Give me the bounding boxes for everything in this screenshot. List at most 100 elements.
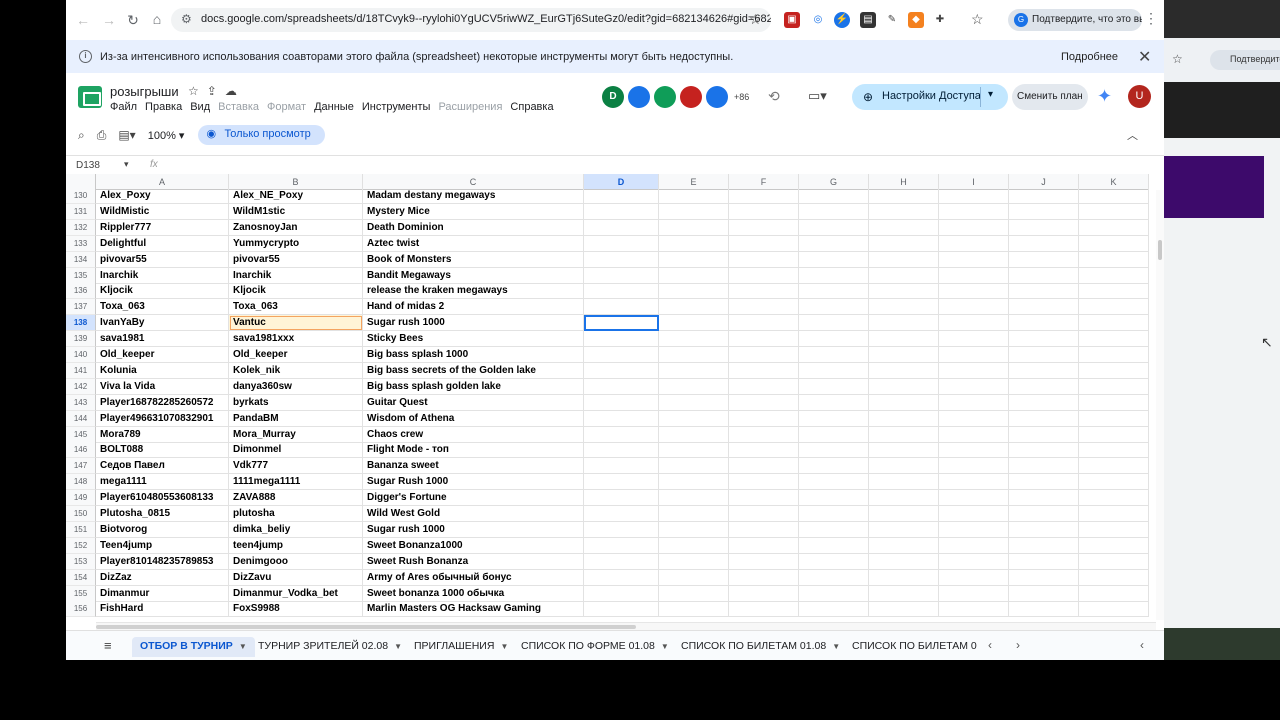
table-cell[interactable]: Dimanmur_Vodka_bet bbox=[229, 585, 363, 602]
chevron-right-icon[interactable]: › bbox=[1016, 638, 1020, 652]
table-cell[interactable]: ZAVA888 bbox=[229, 490, 363, 507]
table-cell[interactable]: IvanYaBy bbox=[96, 315, 229, 332]
table-cell[interactable] bbox=[869, 378, 939, 395]
row-number[interactable]: 147 bbox=[66, 458, 96, 475]
table-cell[interactable]: Death Dominion bbox=[363, 219, 584, 236]
table-cell[interactable] bbox=[659, 235, 729, 252]
table-cell[interactable]: Player496631070832901 bbox=[96, 410, 229, 427]
table-cell[interactable]: Yummycrypto bbox=[229, 235, 363, 252]
table-cell[interactable]: ZanosnoyJan bbox=[229, 219, 363, 236]
sheet-tab[interactable]: ПРИГЛАШЕНИЯ ▼ bbox=[406, 637, 516, 657]
table-cell[interactable] bbox=[584, 601, 659, 618]
search-icon[interactable]: ⌕ bbox=[78, 128, 85, 143]
back-icon[interactable]: ← bbox=[70, 12, 96, 28]
table-cell[interactable] bbox=[729, 601, 799, 618]
menu-item[interactable]: Справка bbox=[510, 101, 553, 113]
table-cell[interactable] bbox=[729, 569, 799, 586]
table-cell[interactable] bbox=[1009, 569, 1079, 586]
table-cell[interactable] bbox=[729, 235, 799, 252]
table-cell[interactable] bbox=[584, 506, 659, 522]
collaborator-avatar[interactable]: D bbox=[602, 86, 624, 108]
table-cell[interactable]: 1111mega1111 bbox=[229, 474, 363, 491]
table-cell[interactable]: Kljocik bbox=[96, 283, 229, 300]
table-cell[interactable] bbox=[1009, 188, 1079, 204]
table-cell[interactable] bbox=[939, 219, 1009, 236]
table-cell[interactable]: Седов Павел bbox=[96, 458, 229, 475]
table-cell[interactable]: Alex_NE_Poxy bbox=[229, 188, 363, 204]
table-cell[interactable] bbox=[729, 347, 799, 363]
table-cell[interactable]: Flight Mode - топ bbox=[363, 442, 584, 459]
table-cell[interactable] bbox=[799, 506, 869, 522]
site-settings-icon[interactable]: ⚙ bbox=[181, 12, 192, 26]
table-cell[interactable] bbox=[584, 394, 659, 411]
table-cell[interactable] bbox=[939, 203, 1009, 220]
table-cell[interactable] bbox=[729, 394, 799, 411]
table-cell[interactable]: Player810148235789853 bbox=[96, 553, 229, 570]
table-cell[interactable]: Wild West Gold bbox=[363, 506, 584, 522]
table-cell[interactable] bbox=[1009, 490, 1079, 507]
table-cell[interactable]: Denimgooo bbox=[229, 553, 363, 570]
user-avatar[interactable]: U bbox=[1128, 85, 1151, 108]
table-cell[interactable] bbox=[869, 410, 939, 427]
version-history-icon[interactable]: ⟲ bbox=[768, 88, 780, 105]
row-number[interactable]: 148 bbox=[66, 474, 96, 491]
table-cell[interactable] bbox=[799, 331, 869, 348]
row-number[interactable]: 144 bbox=[66, 410, 96, 427]
table-cell[interactable]: Inarchik bbox=[229, 267, 363, 284]
menu-item[interactable]: Инструменты bbox=[362, 101, 431, 113]
table-cell[interactable] bbox=[939, 585, 1009, 602]
menu-item[interactable]: Расширения bbox=[438, 101, 502, 113]
table-cell[interactable] bbox=[1079, 601, 1149, 618]
table-cell[interactable] bbox=[939, 490, 1009, 507]
table-cell[interactable] bbox=[659, 426, 729, 443]
table-cell[interactable] bbox=[659, 537, 729, 554]
row-number[interactable]: 154 bbox=[66, 569, 96, 586]
chevron-down-icon[interactable]: ▼ bbox=[661, 642, 669, 651]
vertical-scrollbar[interactable] bbox=[1156, 190, 1164, 620]
table-cell[interactable]: Marlin Masters OG Hacksaw Gaming bbox=[363, 601, 584, 618]
chevron-down-icon[interactable]: ▼ bbox=[500, 642, 508, 651]
table-cell[interactable] bbox=[1009, 442, 1079, 459]
table-cell[interactable] bbox=[659, 378, 729, 395]
row-number[interactable]: 136 bbox=[66, 283, 96, 300]
chevron-left-icon[interactable]: ‹ bbox=[1140, 638, 1144, 652]
table-cell[interactable] bbox=[729, 378, 799, 395]
table-cell[interactable] bbox=[659, 474, 729, 491]
table-cell[interactable]: Madam destany megaways bbox=[363, 188, 584, 204]
table-cell[interactable] bbox=[939, 315, 1009, 332]
selected-cell[interactable] bbox=[584, 315, 659, 332]
meet-icon[interactable]: ▭▾ bbox=[808, 88, 827, 104]
table-cell[interactable]: FishHard bbox=[96, 601, 229, 618]
learn-more-link[interactable]: Подробнее bbox=[1061, 51, 1118, 63]
table-cell[interactable] bbox=[939, 537, 1009, 554]
table-cell[interactable] bbox=[584, 474, 659, 491]
table-cell[interactable] bbox=[584, 458, 659, 475]
table-cell[interactable] bbox=[584, 283, 659, 300]
row-number[interactable]: 137 bbox=[66, 299, 96, 316]
table-cell[interactable] bbox=[1009, 362, 1079, 379]
reload-icon[interactable]: ↻ bbox=[120, 12, 146, 29]
sheet-tab[interactable]: СПИСОК ПО ФОРМЕ 01.08 ▼ bbox=[513, 637, 677, 657]
table-cell[interactable] bbox=[1009, 299, 1079, 316]
table-cell[interactable]: Big bass splash golden lake bbox=[363, 378, 584, 395]
zoom-select[interactable]: 100% ▾ bbox=[148, 129, 185, 142]
cloud-status-icon[interactable]: ☁ bbox=[225, 84, 245, 98]
table-cell[interactable] bbox=[799, 569, 869, 586]
star-icon[interactable]: ☆ bbox=[188, 84, 207, 98]
table-cell[interactable] bbox=[1079, 362, 1149, 379]
extensions-puzzle-icon[interactable]: ✚ bbox=[932, 12, 948, 28]
table-cell[interactable]: BOLT088 bbox=[96, 442, 229, 459]
table-cell[interactable] bbox=[584, 267, 659, 284]
table-cell[interactable] bbox=[799, 426, 869, 443]
table-cell[interactable]: Guitar Quest bbox=[363, 394, 584, 411]
table-cell[interactable]: Big bass secrets of the Golden lake bbox=[363, 362, 584, 379]
table-cell[interactable] bbox=[659, 315, 729, 332]
table-cell[interactable] bbox=[1079, 394, 1149, 411]
table-cell[interactable]: Player610480553608133 bbox=[96, 490, 229, 507]
table-cell[interactable] bbox=[799, 219, 869, 236]
table-cell[interactable] bbox=[869, 474, 939, 491]
table-cell[interactable]: Army of Ares обычный бонус bbox=[363, 569, 584, 586]
table-cell[interactable] bbox=[659, 410, 729, 427]
table-cell[interactable] bbox=[659, 521, 729, 538]
forward-icon[interactable]: → bbox=[96, 12, 122, 28]
